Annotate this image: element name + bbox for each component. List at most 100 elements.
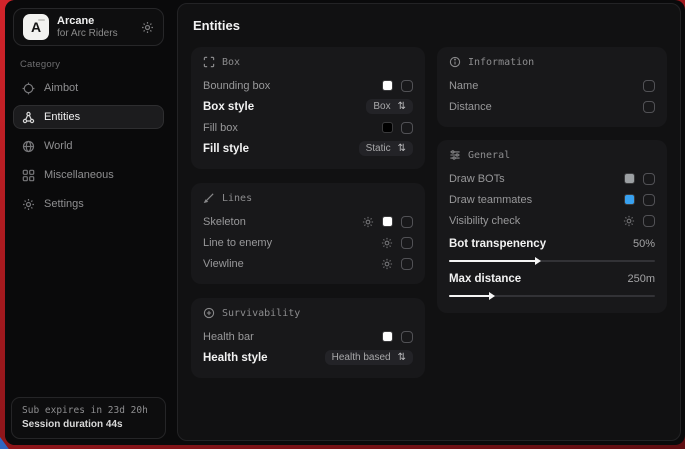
sidebar-item-label: Aimbot [44,82,78,94]
brand-text: Arcane for Arc Riders [57,15,133,39]
setting-label: Viewline [203,258,373,270]
line-to-enemy-checkbox[interactable] [401,237,413,249]
section-title: Information [468,57,534,68]
setting-row-line-to-enemy: Line to enemy [203,232,413,253]
app-subtitle: for Arc Riders [57,28,133,40]
sidebar-item-label: World [44,140,73,152]
sidebar-item-world[interactable]: World [13,134,164,158]
bounding-box-checkbox[interactable] [401,80,413,92]
setting-label: Skeleton [203,216,354,228]
sidebar-item-label: Miscellaneous [44,169,114,181]
viewline-checkbox[interactable] [401,258,413,270]
section-title: Box [222,57,240,68]
gear-icon [22,198,35,211]
fill-box-checkbox[interactable] [401,122,413,134]
sidebar-item-label: Settings [44,198,84,210]
slider-fill [449,295,490,297]
lines-card-header: Lines [203,192,413,204]
section-title: Lines [222,193,252,204]
color-swatch[interactable] [382,216,393,227]
sub-expires-text: Sub expires in 23d 20h [22,405,155,416]
setting-row-name: Name [449,75,655,96]
line-icon [203,192,215,204]
health-bar-checkbox[interactable] [401,331,413,343]
setting-row-skeleton: Skeleton [203,211,413,232]
brand-gear-icon[interactable] [141,21,154,34]
setting-label: Health style [203,352,317,364]
information-card-header: Information [449,56,655,68]
setting-row-box-style: Box style Box ⇅ [203,96,413,117]
dropdown-value: Box [373,101,390,112]
setting-row-fill-box: Fill box [203,117,413,138]
setting-label: Max distance [449,273,620,285]
slider-thumb[interactable] [535,257,541,265]
sidebar-nav: Aimbot Entities World [5,76,172,216]
max-distance-group: Max distance 250m [449,268,655,297]
setting-row-viewline: Viewline [203,253,413,274]
app-name: Arcane [57,15,133,28]
setting-row-visibility-check: Visibility check [449,210,655,231]
box-card-header: Box [203,56,413,68]
color-swatch[interactable] [382,80,393,91]
settings-gear-icon[interactable] [381,258,393,270]
right-column: Information Name Distance [437,47,667,313]
app-logo-letter: A [31,19,41,35]
sidebar-item-entities[interactable]: Entities [13,105,164,129]
settings-gear-icon[interactable] [623,215,635,227]
slider-value: 250m [627,273,655,285]
name-checkbox[interactable] [643,80,655,92]
sidebar-item-miscellaneous[interactable]: Miscellaneous [13,163,164,187]
info-icon [449,56,461,68]
setting-row-fill-style: Fill style Static ⇅ [203,138,413,159]
frame-corners-icon [203,56,215,68]
max-distance-slider[interactable] [449,295,655,297]
setting-row-health-bar: Health bar [203,326,413,347]
health-style-dropdown[interactable]: Health based ⇅ [325,350,413,365]
slider-thumb[interactable] [489,292,495,300]
distance-checkbox[interactable] [643,101,655,113]
setting-row-bounding-box: Bounding box [203,75,413,96]
sidebar-item-label: Entities [44,111,80,123]
subscription-card: Sub expires in 23d 20h Session duration … [11,397,166,439]
setting-label: Visibility check [449,215,615,227]
setting-label: Draw BOTs [449,173,616,185]
sliders-icon [449,149,461,161]
settings-gear-icon[interactable] [381,237,393,249]
slider-label-row: Max distance 250m [449,268,655,289]
setting-label: Health bar [203,331,374,343]
box-card: Box Bounding box Box style Box ⇅ [191,47,425,169]
left-column: Box Bounding box Box style Box ⇅ [191,47,425,378]
slider-label-row: Bot transpenency 50% [449,233,655,254]
settings-gear-icon[interactable] [362,216,374,228]
visibility-check-checkbox[interactable] [643,215,655,227]
setting-label: Bounding box [203,80,374,92]
sidebar-item-aimbot[interactable]: Aimbot [13,76,164,100]
box-style-dropdown[interactable]: Box ⇅ [366,99,413,114]
sidebar-item-settings[interactable]: Settings [13,192,164,216]
color-swatch[interactable] [624,194,635,205]
setting-label: Name [449,80,635,92]
survivability-card-header: Survivability [203,307,413,319]
lines-card: Lines Skeleton L [191,183,425,284]
slider-fill [449,260,536,262]
section-title: Survivability [222,308,300,319]
category-label: Category [20,59,172,70]
skeleton-checkbox[interactable] [401,216,413,228]
draw-bots-checkbox[interactable] [643,173,655,185]
globe-icon [22,140,35,153]
color-swatch[interactable] [624,173,635,184]
setting-label: Line to enemy [203,237,373,249]
chevron-up-down-icon: ⇅ [398,101,406,112]
session-duration-text: Session duration 44s [22,419,155,430]
general-card-header: General [449,149,655,161]
chevron-up-down-icon: ⇅ [398,352,406,363]
page-title: Entities [193,18,667,33]
fill-style-dropdown[interactable]: Static ⇅ [359,141,413,156]
app-logo: A [23,14,49,40]
brand-card: A Arcane for Arc Riders [13,8,164,46]
bot-transparency-slider[interactable] [449,260,655,262]
color-swatch[interactable] [382,122,393,133]
draw-teammates-checkbox[interactable] [643,194,655,206]
app-window: A Arcane for Arc Riders Category [5,0,685,445]
color-swatch[interactable] [382,331,393,342]
